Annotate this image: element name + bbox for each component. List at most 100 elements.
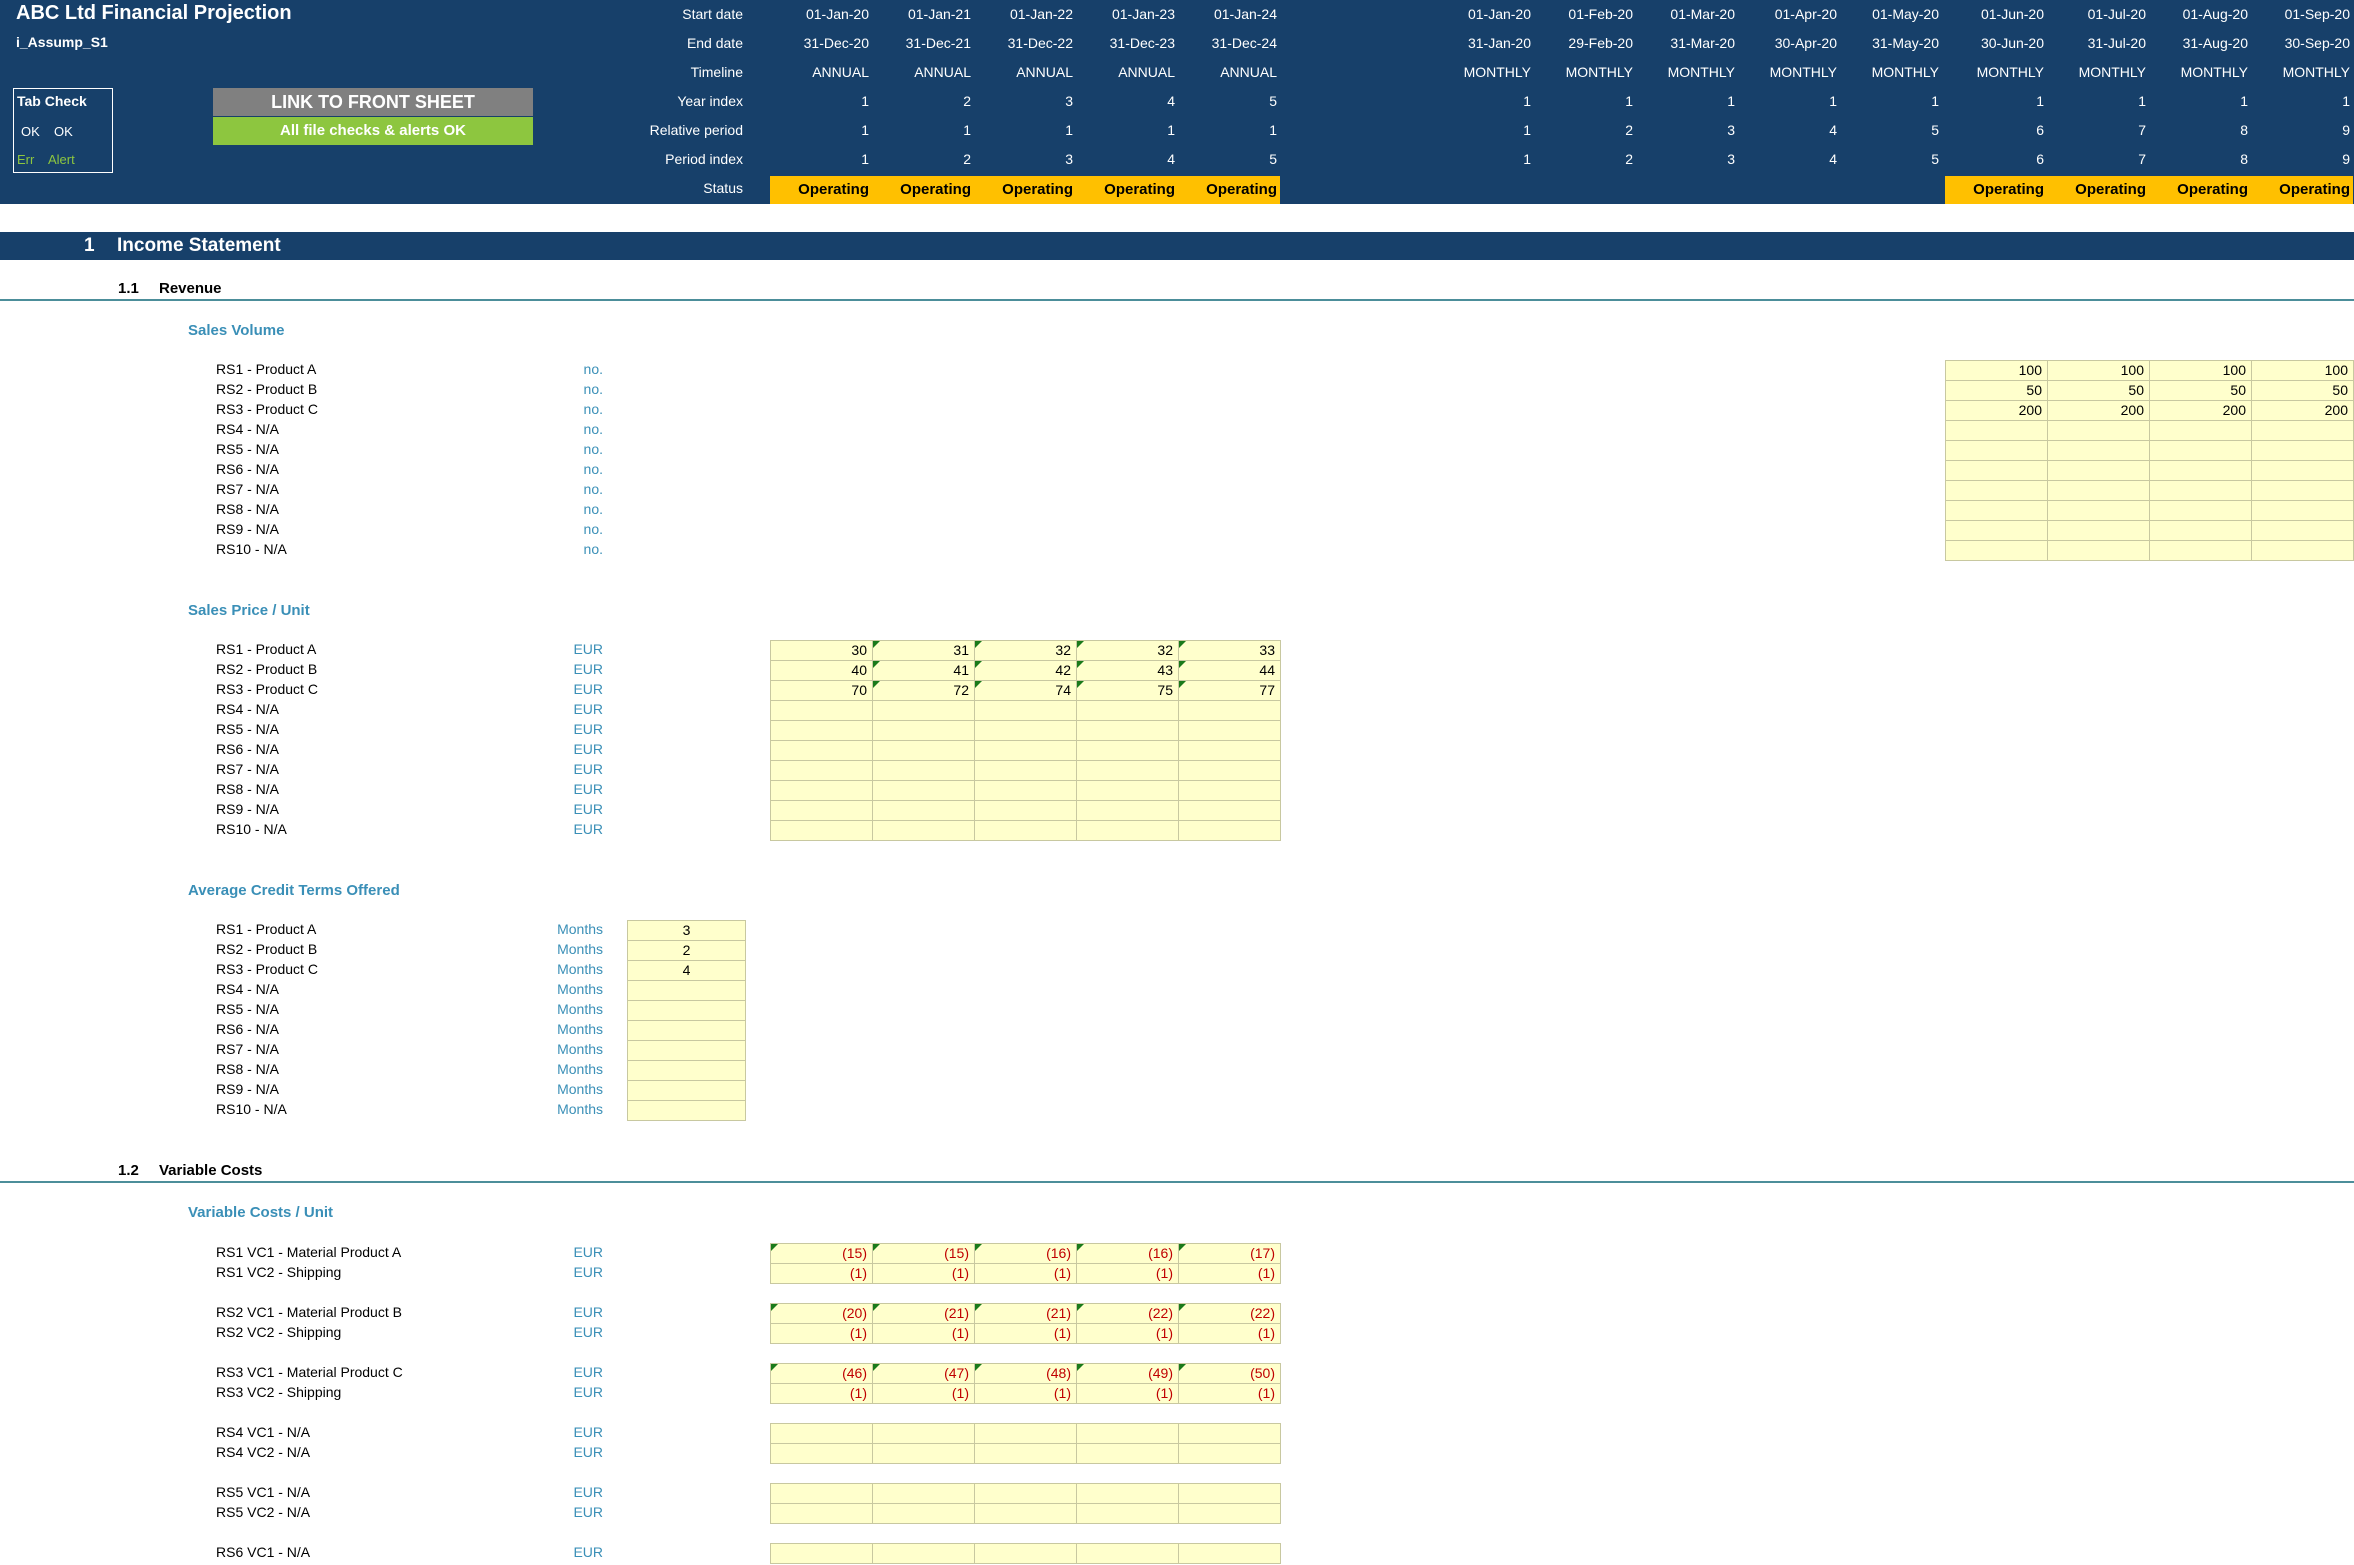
sales-price-input-cell[interactable]: 32 [974, 640, 1077, 661]
variable-cost-input-cell[interactable]: (15) [872, 1243, 975, 1264]
variable-cost-input-cell[interactable] [1178, 1443, 1281, 1464]
variable-cost-input-cell[interactable] [770, 1483, 873, 1504]
sales-price-input-cell[interactable]: 70 [770, 680, 873, 701]
sales-price-input-cell[interactable] [974, 720, 1077, 741]
sales-volume-input-cell[interactable] [2251, 500, 2354, 521]
credit-terms-input-cell[interactable] [627, 1040, 746, 1061]
variable-cost-input-cell[interactable]: (1) [974, 1383, 1077, 1404]
variable-cost-input-cell[interactable] [1076, 1543, 1179, 1564]
credit-terms-input-cell[interactable] [627, 980, 746, 1001]
sales-price-input-cell[interactable] [1178, 720, 1281, 741]
sales-price-input-cell[interactable] [1178, 700, 1281, 721]
sales-volume-input-cell[interactable] [2047, 420, 2150, 441]
sales-volume-input-cell[interactable] [1945, 440, 2048, 461]
sales-price-input-cell[interactable] [1076, 740, 1179, 761]
variable-cost-input-cell[interactable]: (48) [974, 1363, 1077, 1384]
sales-volume-input-cell[interactable] [2047, 460, 2150, 481]
sales-price-input-cell[interactable] [770, 820, 873, 841]
sales-volume-input-cell[interactable] [2251, 440, 2354, 461]
variable-cost-input-cell[interactable]: (1) [770, 1263, 873, 1284]
link-to-front-sheet-button[interactable]: LINK TO FRONT SHEET [213, 88, 533, 116]
sales-price-input-cell[interactable] [770, 800, 873, 821]
sales-price-input-cell[interactable]: 72 [872, 680, 975, 701]
sales-price-input-cell[interactable] [872, 720, 975, 741]
credit-terms-input-cell[interactable]: 4 [627, 960, 746, 981]
sales-price-input-cell[interactable] [974, 740, 1077, 761]
sales-volume-input-cell[interactable] [2251, 480, 2354, 501]
sales-price-input-cell[interactable] [974, 760, 1077, 781]
sales-volume-input-cell[interactable] [1945, 460, 2048, 481]
variable-cost-input-cell[interactable]: (1) [1178, 1323, 1281, 1344]
variable-cost-input-cell[interactable] [1178, 1503, 1281, 1524]
variable-cost-input-cell[interactable]: (1) [1076, 1323, 1179, 1344]
sales-price-input-cell[interactable] [1076, 800, 1179, 821]
sales-price-input-cell[interactable]: 42 [974, 660, 1077, 681]
variable-cost-input-cell[interactable] [1178, 1483, 1281, 1504]
sales-price-input-cell[interactable] [872, 740, 975, 761]
sales-price-input-cell[interactable] [770, 780, 873, 801]
sales-volume-input-cell[interactable] [2149, 420, 2252, 441]
variable-cost-input-cell[interactable]: (16) [974, 1243, 1077, 1264]
credit-terms-input-cell[interactable]: 2 [627, 940, 746, 961]
variable-cost-input-cell[interactable] [1076, 1443, 1179, 1464]
sales-volume-input-cell[interactable]: 100 [2047, 360, 2150, 381]
sales-price-input-cell[interactable] [1178, 740, 1281, 761]
sales-volume-input-cell[interactable] [1945, 520, 2048, 541]
sales-price-input-cell[interactable] [872, 780, 975, 801]
sales-volume-input-cell[interactable]: 50 [1945, 380, 2048, 401]
sales-volume-input-cell[interactable]: 200 [2149, 400, 2252, 421]
sales-volume-input-cell[interactable] [1945, 480, 2048, 501]
sales-price-input-cell[interactable]: 43 [1076, 660, 1179, 681]
sales-price-input-cell[interactable]: 40 [770, 660, 873, 681]
sales-price-input-cell[interactable]: 31 [872, 640, 975, 661]
variable-cost-input-cell[interactable] [872, 1503, 975, 1524]
variable-cost-input-cell[interactable]: (47) [872, 1363, 975, 1384]
variable-cost-input-cell[interactable] [1178, 1423, 1281, 1444]
variable-cost-input-cell[interactable] [974, 1543, 1077, 1564]
sales-volume-input-cell[interactable] [2251, 420, 2354, 441]
credit-terms-input-cell[interactable] [627, 1060, 746, 1081]
sales-price-input-cell[interactable]: 77 [1178, 680, 1281, 701]
sales-volume-input-cell[interactable] [1945, 420, 2048, 441]
variable-cost-input-cell[interactable]: (1) [1076, 1263, 1179, 1284]
sales-volume-input-cell[interactable] [2251, 460, 2354, 481]
sales-volume-input-cell[interactable]: 50 [2251, 380, 2354, 401]
file-checks-status-button[interactable]: All file checks & alerts OK [213, 117, 533, 145]
sales-price-input-cell[interactable] [1076, 820, 1179, 841]
variable-cost-input-cell[interactable]: (21) [872, 1303, 975, 1324]
variable-cost-input-cell[interactable] [770, 1543, 873, 1564]
sales-price-input-cell[interactable] [872, 820, 975, 841]
sales-price-input-cell[interactable] [770, 700, 873, 721]
sales-price-input-cell[interactable] [1076, 760, 1179, 781]
credit-terms-input-cell[interactable] [627, 1080, 746, 1101]
sales-price-input-cell[interactable] [1076, 720, 1179, 741]
sales-volume-input-cell[interactable] [2149, 480, 2252, 501]
sales-price-input-cell[interactable] [1178, 780, 1281, 801]
sales-volume-input-cell[interactable] [2047, 520, 2150, 541]
variable-cost-input-cell[interactable]: (22) [1076, 1303, 1179, 1324]
sales-volume-input-cell[interactable] [2149, 440, 2252, 461]
variable-cost-input-cell[interactable]: (1) [974, 1323, 1077, 1344]
sales-volume-input-cell[interactable] [2149, 540, 2252, 561]
sales-price-input-cell[interactable] [1076, 780, 1179, 801]
sales-price-input-cell[interactable] [974, 780, 1077, 801]
variable-cost-input-cell[interactable]: (1) [1178, 1263, 1281, 1284]
sales-price-input-cell[interactable] [872, 700, 975, 721]
sales-volume-input-cell[interactable] [2251, 520, 2354, 541]
variable-cost-input-cell[interactable]: (15) [770, 1243, 873, 1264]
variable-cost-input-cell[interactable]: (1) [1178, 1383, 1281, 1404]
sales-price-input-cell[interactable]: 75 [1076, 680, 1179, 701]
sales-price-input-cell[interactable] [872, 760, 975, 781]
sales-volume-input-cell[interactable] [2047, 540, 2150, 561]
variable-cost-input-cell[interactable] [974, 1423, 1077, 1444]
credit-terms-input-cell[interactable] [627, 1020, 746, 1041]
variable-cost-input-cell[interactable]: (16) [1076, 1243, 1179, 1264]
variable-cost-input-cell[interactable]: (20) [770, 1303, 873, 1324]
sales-volume-input-cell[interactable] [2149, 500, 2252, 521]
sales-volume-input-cell[interactable]: 200 [1945, 400, 2048, 421]
variable-cost-input-cell[interactable]: (17) [1178, 1243, 1281, 1264]
variable-cost-input-cell[interactable]: (1) [872, 1383, 975, 1404]
sales-volume-input-cell[interactable] [1945, 500, 2048, 521]
sales-price-input-cell[interactable] [770, 720, 873, 741]
variable-cost-input-cell[interactable]: (1) [770, 1323, 873, 1344]
